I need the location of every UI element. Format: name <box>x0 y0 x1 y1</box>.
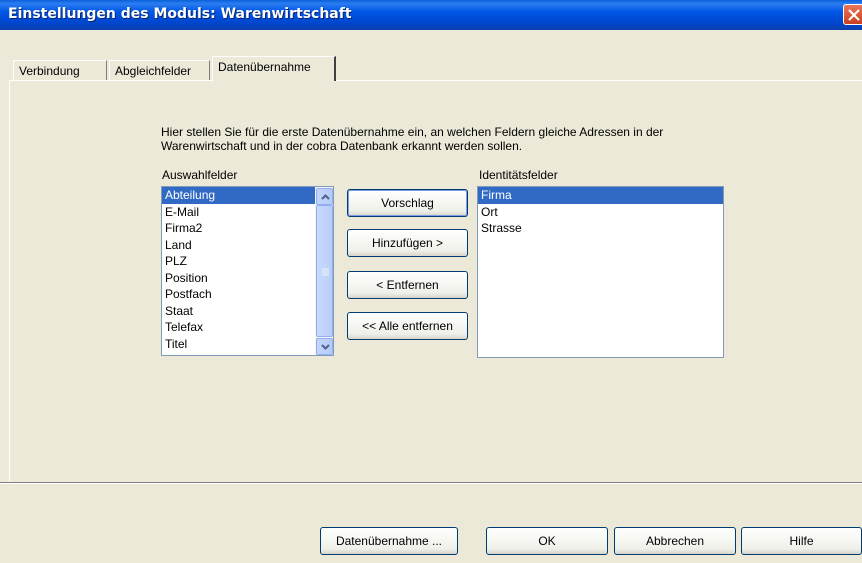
abbrechen-button[interactable]: Abbrechen <box>614 527 736 555</box>
auswahlfelder-list[interactable]: Abteilung E-Mail Firma2 Land PLZ Position Post… <box>161 186 334 356</box>
list-item[interactable]: Telefax <box>162 319 333 336</box>
auswahlfelder-label: Auswahlfelder <box>162 168 238 182</box>
list-item[interactable]: Postfach <box>162 286 333 303</box>
window-title: Einstellungen des Moduls: Warenwirtschaf… <box>8 6 352 22</box>
list-item[interactable]: Strasse <box>478 220 723 237</box>
hilfe-button[interactable]: Hilfe <box>741 527 862 555</box>
list-item[interactable]: PLZ <box>162 253 333 270</box>
list-item[interactable]: Titel <box>162 336 333 353</box>
abbrechen-label: Abbrechen <box>645 534 705 548</box>
datenuebernahme-button[interactable]: Datenübernahme ... <box>320 527 458 555</box>
ok-label: OK <box>538 534 556 548</box>
list-item[interactable]: Land <box>162 237 333 254</box>
entfernen-button[interactable]: < Entfernen <box>347 271 468 299</box>
scroll-thumb[interactable] <box>316 205 333 337</box>
identitaetsfelder-label: Identitätsfelder <box>479 168 558 182</box>
scroll-down-button[interactable] <box>316 338 333 355</box>
tab-abgleichfelder[interactable]: Abgleichfelder <box>109 60 210 80</box>
entfernen-label: < Entfernen <box>376 278 439 292</box>
vorschlag-label: Vorschlag <box>381 196 434 210</box>
hinzufuegen-button[interactable]: Hinzufügen > <box>347 229 468 257</box>
alle-entfernen-label: << Alle entfernen <box>362 319 453 333</box>
list-item[interactable]: Staat <box>162 303 333 320</box>
vorschlag-button[interactable]: Vorschlag <box>347 189 468 217</box>
alle-entfernen-button[interactable]: << Alle entfernen <box>347 312 468 340</box>
tab-datenuebernahme[interactable]: Datenübernahme <box>212 56 336 81</box>
description-text: Hier stellen Sie für die erste Datenüber… <box>161 125 664 153</box>
chevron-down-icon <box>321 344 330 350</box>
datenuebernahme-label: Datenübernahme ... <box>335 534 443 548</box>
footer-separator <box>0 482 862 484</box>
list-item[interactable]: Ort <box>478 204 723 221</box>
scrollbar[interactable] <box>315 187 333 355</box>
title-bar: Einstellungen des Moduls: Warenwirtschaf… <box>0 0 862 30</box>
list-item[interactable]: E-Mail <box>162 204 333 221</box>
ok-button[interactable]: OK <box>486 527 608 555</box>
close-icon <box>848 9 860 21</box>
list-item[interactable]: Firma <box>478 187 723 204</box>
scroll-up-button[interactable] <box>316 188 333 205</box>
list-item[interactable]: Abteilung <box>162 187 333 204</box>
tab-verbindung[interactable]: Verbindung <box>13 60 107 80</box>
list-item[interactable]: Position <box>162 270 333 287</box>
identitaetsfelder-list[interactable]: Firma Ort Strasse <box>477 186 724 358</box>
chevron-up-icon <box>321 194 330 200</box>
list-item[interactable]: Firma2 <box>162 220 333 237</box>
hinzufuegen-label: Hinzufügen > <box>371 236 444 250</box>
hilfe-label: Hilfe <box>789 534 814 548</box>
grip-icon <box>322 268 329 276</box>
close-button[interactable] <box>843 4 862 25</box>
